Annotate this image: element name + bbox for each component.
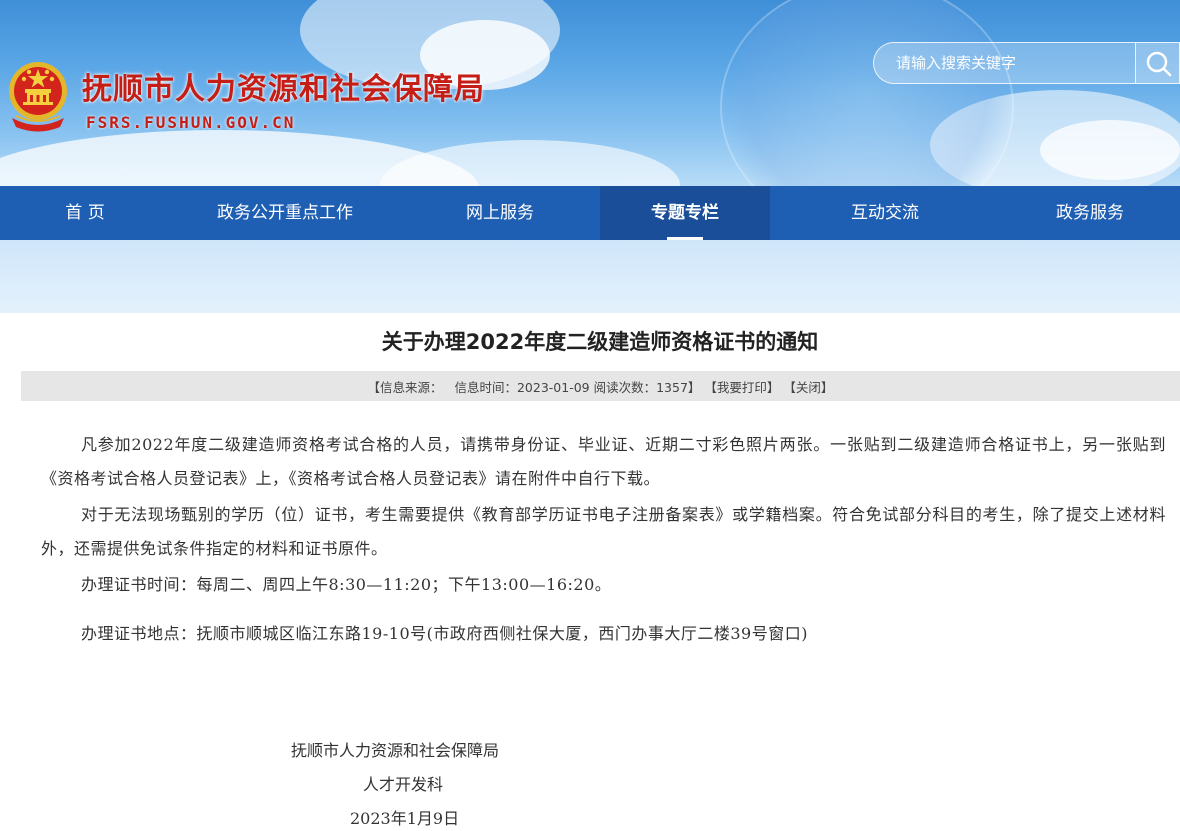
print-link[interactable]: 【我要打印】 <box>704 377 779 396</box>
nav-interaction[interactable]: 互动交流 <box>770 186 1000 240</box>
nav-special-topics[interactable]: 专题专栏 <box>600 186 770 240</box>
search-input[interactable] <box>873 42 1135 84</box>
search-box <box>873 42 1180 84</box>
article-title: 关于办理2022年度二级建造师资格证书的通知 <box>381 330 819 354</box>
cloud-decoration <box>380 140 680 186</box>
site-title: 抚顺市人力资源和社会保障局 <box>82 72 485 107</box>
signature-date: 2023年1月9日 <box>350 809 460 828</box>
nav-gov-affairs-open[interactable]: 政务公开重点工作 <box>170 186 400 240</box>
article-paragraph: 对于无法现场甄别的学历（位）证书，考生需要提供《教育部学历证书电子注册备案表》或… <box>41 505 1166 558</box>
site-header: 抚顺市人力资源和社会保障局 FSRS.FUSHUN.GOV.CN <box>0 0 1180 186</box>
signature-dept: 人才开发科 <box>363 775 444 794</box>
nav-gov-services[interactable]: 政务服务 <box>1000 186 1180 240</box>
article-meta-bar: 【信息来源： 信息时间：2023-01-09 阅读次数：1357】 【我要打印】… <box>21 371 1180 401</box>
cloud-decoration <box>1040 120 1180 180</box>
nav-online-services[interactable]: 网上服务 <box>400 186 600 240</box>
globe-decoration <box>720 0 1014 186</box>
search-button[interactable] <box>1135 42 1180 84</box>
article-paragraph: 办理证书地点：抚顺市顺城区临江东路19-10号(市政府西侧社保大厦，西门办事大厅… <box>81 624 808 643</box>
article-paragraph: 办理证书时间：每周二、周四上午8:30—11:20；下午13:00—16:20。 <box>81 575 612 594</box>
national-emblem-icon <box>9 62 67 132</box>
banner-band <box>0 240 1180 313</box>
nav-home[interactable]: 首 页 <box>0 186 170 240</box>
search-icon <box>1146 51 1172 77</box>
main-nav: 首 页 政务公开重点工作 网上服务 专题专栏 互动交流 政务服务 <box>0 186 1180 240</box>
article-paragraph: 凡参加2022年度二级建造师资格考试合格的人员，请携带身份证、毕业证、近期二寸彩… <box>41 435 1166 488</box>
signature-org: 抚顺市人力资源和社会保障局 <box>291 741 500 760</box>
site-domain: FSRS.FUSHUN.GOV.CN <box>86 113 296 132</box>
close-link[interactable]: 【关闭】 <box>783 377 833 396</box>
article-meta-info: 【信息来源： 信息时间：2023-01-09 阅读次数：1357】 <box>367 379 701 395</box>
